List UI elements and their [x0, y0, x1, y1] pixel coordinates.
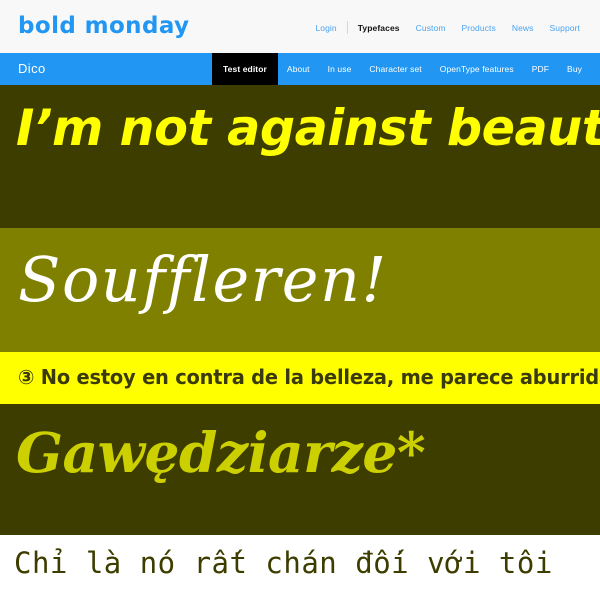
specimen-text-1[interactable]: I’m not against beauty [16, 97, 600, 159]
nav-item-news[interactable]: News [504, 22, 542, 34]
nav-divider [346, 21, 348, 34]
family-sub-navigation: Test editor About In use Character set O… [212, 53, 600, 85]
nav-item-typefaces[interactable]: Typefaces [350, 22, 408, 34]
tab-buy[interactable]: Buy [558, 53, 600, 85]
typeface-family-bar: Dico Test editor About In use Character … [0, 53, 600, 85]
tab-test-editor[interactable]: Test editor [212, 53, 278, 85]
nav-item-support[interactable]: Support [542, 22, 588, 34]
site-logo[interactable]: bold monday [18, 12, 189, 40]
page-root: bold monday Login Typefaces Custom Produ… [0, 0, 600, 600]
tab-about[interactable]: About [278, 53, 319, 85]
tab-character-set[interactable]: Character set [360, 53, 430, 85]
tab-pdf[interactable]: PDF [523, 53, 558, 85]
nav-item-custom[interactable]: Custom [408, 22, 454, 34]
specimen-band-3[interactable]: ③ No estoy en contra de la belleza, me p… [0, 352, 600, 404]
main-navigation: Login Typefaces Custom Products News Sup… [307, 21, 588, 34]
nav-item-products[interactable]: Products [454, 22, 504, 34]
specimen-text-3[interactable]: ③ No estoy en contra de la belleza, me p… [18, 362, 600, 392]
specimen-text-2[interactable]: Souffleren! [18, 242, 388, 318]
specimen-band-2[interactable]: Souffleren! [0, 228, 600, 352]
site-header: bold monday Login Typefaces Custom Produ… [0, 0, 600, 53]
typeface-family-name: Dico [18, 61, 46, 76]
tab-opentype-features[interactable]: OpenType features [431, 53, 523, 85]
specimen-text-5[interactable]: Chỉ là nó rất chán đối với tôi [14, 541, 553, 585]
specimen-band-4[interactable]: Gawędziarze* [0, 404, 600, 535]
nav-item-login[interactable]: Login [307, 22, 344, 34]
specimen-text-4[interactable]: Gawędziarze* [16, 418, 426, 488]
specimen-band-5[interactable]: Chỉ là nó rất chán đối với tôi [0, 535, 600, 600]
tab-in-use[interactable]: In use [319, 53, 361, 85]
specimen-band-1[interactable]: I’m not against beauty [0, 85, 600, 228]
